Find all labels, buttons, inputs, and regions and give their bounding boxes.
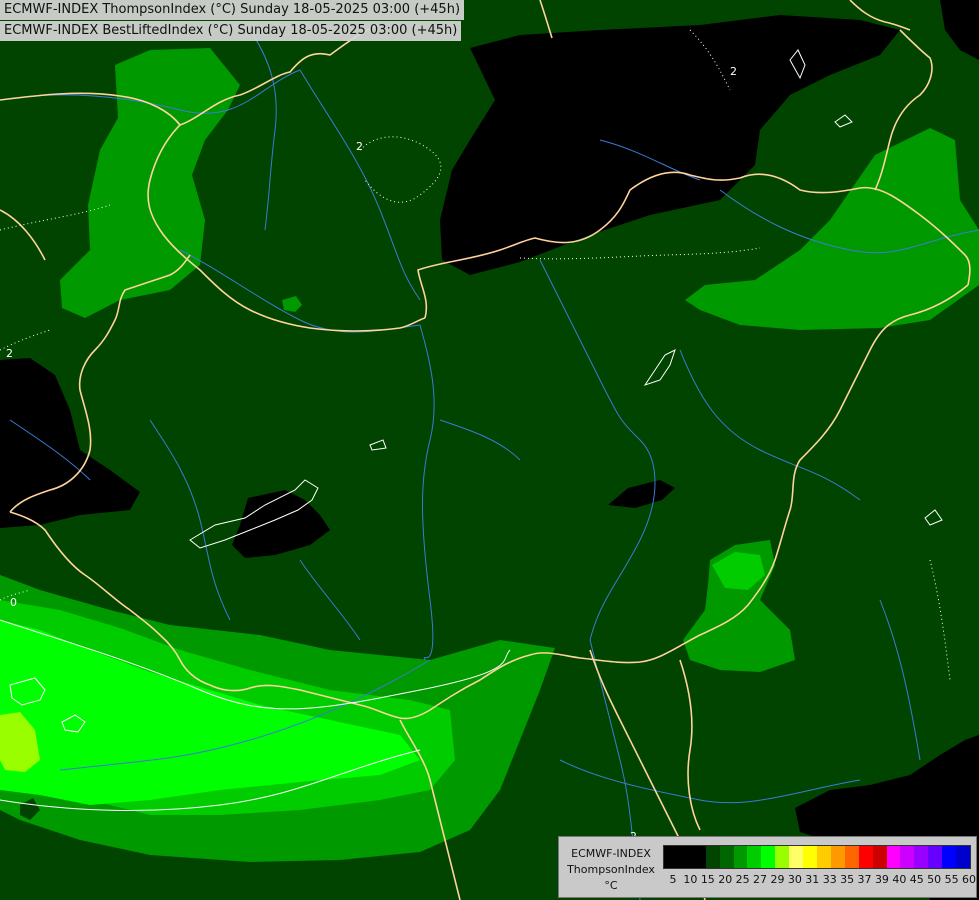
legend-swatch: [775, 846, 790, 868]
legend-swatch: [942, 846, 957, 868]
contour-label: 0: [10, 596, 17, 609]
legend-swatch: [761, 846, 776, 868]
legend-swatch: [747, 846, 762, 868]
contour-label: 2: [356, 140, 363, 153]
legend-swatch: [844, 846, 859, 868]
legend-source: ECMWF-INDEX: [571, 847, 651, 860]
legend-swatch: [900, 846, 915, 868]
legend-swatch: [956, 846, 970, 868]
legend-parameter: ThompsonIndex: [567, 863, 655, 876]
legend-swatch: [803, 846, 817, 868]
contour-label: 2: [6, 347, 13, 360]
color-legend: ECMWF-INDEX ThompsonIndex °C 5 10 15 20 25 27…: [558, 836, 977, 898]
weather-map: 2 2 2 2 0: [0, 0, 979, 900]
map-title-secondary: ECMWF-INDEX BestLiftedIndex (°C) Sunday …: [0, 21, 462, 41]
legend-swatch: [789, 846, 804, 868]
legend-swatch: [705, 846, 720, 868]
legend-swatch: [664, 846, 678, 868]
legend-swatch: [928, 846, 943, 868]
legend-swatch: [691, 846, 706, 868]
legend-swatch: [914, 846, 929, 868]
legend-tick-label: 60: [962, 873, 976, 886]
map-viewport: 2 2 2 2 0 ECMWF-INDEX ThompsonIndex (°C)…: [0, 0, 979, 900]
legend-swatches: [663, 845, 971, 869]
legend-swatch: [816, 846, 831, 868]
legend-swatch: [677, 846, 692, 868]
legend-swatch: [733, 846, 748, 868]
contour-label: 2: [730, 65, 737, 78]
legend-unit: °C: [604, 879, 618, 892]
legend-swatch: [872, 846, 887, 868]
legend-swatch: [858, 846, 873, 868]
legend-swatch: [830, 846, 845, 868]
map-title-primary: ECMWF-INDEX ThompsonIndex (°C) Sunday 18…: [0, 0, 465, 20]
legend-swatch: [719, 846, 734, 868]
legend-swatch: [886, 846, 901, 868]
